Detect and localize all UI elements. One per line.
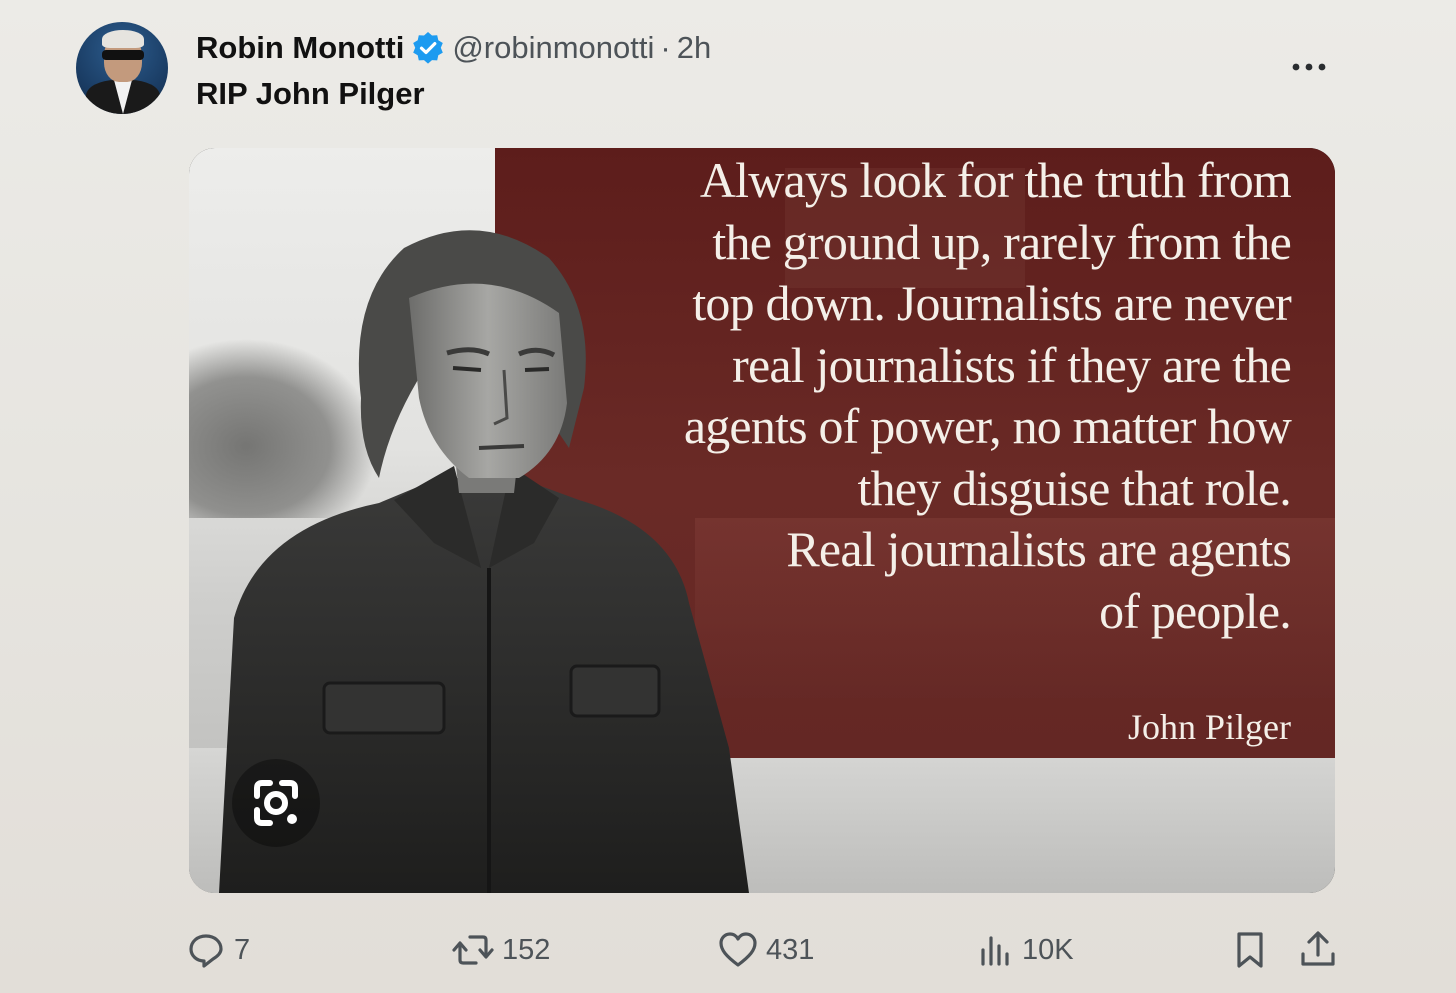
person-photo — [219, 230, 749, 893]
tweet[interactable]: Robin Monotti @robinmonotti · 2h RIP Joh… — [0, 0, 1456, 993]
author-display-name[interactable]: Robin Monotti — [196, 30, 404, 66]
views-count: 10K — [1022, 933, 1074, 966]
author-handle[interactable]: @robinmonotti — [452, 30, 654, 66]
verified-badge-icon[interactable] — [412, 32, 444, 64]
bookmark-icon — [1237, 932, 1263, 968]
tweet-header: Robin Monotti @robinmonotti · 2h — [196, 28, 711, 68]
post-time[interactable]: 2h — [677, 30, 711, 66]
like-count: 431 — [766, 933, 815, 966]
reply-icon — [189, 934, 223, 968]
media-image[interactable]: Always look for the truth from the groun… — [189, 148, 1335, 893]
more-options-icon[interactable] — [1288, 56, 1332, 78]
repost-count: 152 — [502, 933, 551, 966]
avatar[interactable] — [76, 22, 168, 114]
share-button[interactable] — [1298, 925, 1338, 975]
like-button[interactable]: 431 — [718, 925, 814, 975]
views-icon — [981, 936, 1009, 966]
tweet-text: RIP John Pilger — [196, 76, 425, 111]
share-icon — [1301, 931, 1335, 966]
action-bar: 7 152 431 10K — [0, 925, 1456, 985]
bookmark-button[interactable] — [1232, 925, 1268, 975]
screen: Robin Monotti @robinmonotti · 2h RIP Joh… — [0, 0, 1456, 993]
views-button[interactable]: 10K — [978, 925, 1074, 975]
heart-icon — [719, 932, 757, 967]
repost-button[interactable]: 152 — [452, 925, 550, 975]
reply-count: 7 — [234, 933, 251, 966]
visual-search-icon[interactable] — [231, 758, 321, 853]
repost-icon — [452, 935, 494, 965]
reply-button[interactable]: 7 — [186, 925, 250, 975]
separator-dot: · — [660, 30, 671, 65]
